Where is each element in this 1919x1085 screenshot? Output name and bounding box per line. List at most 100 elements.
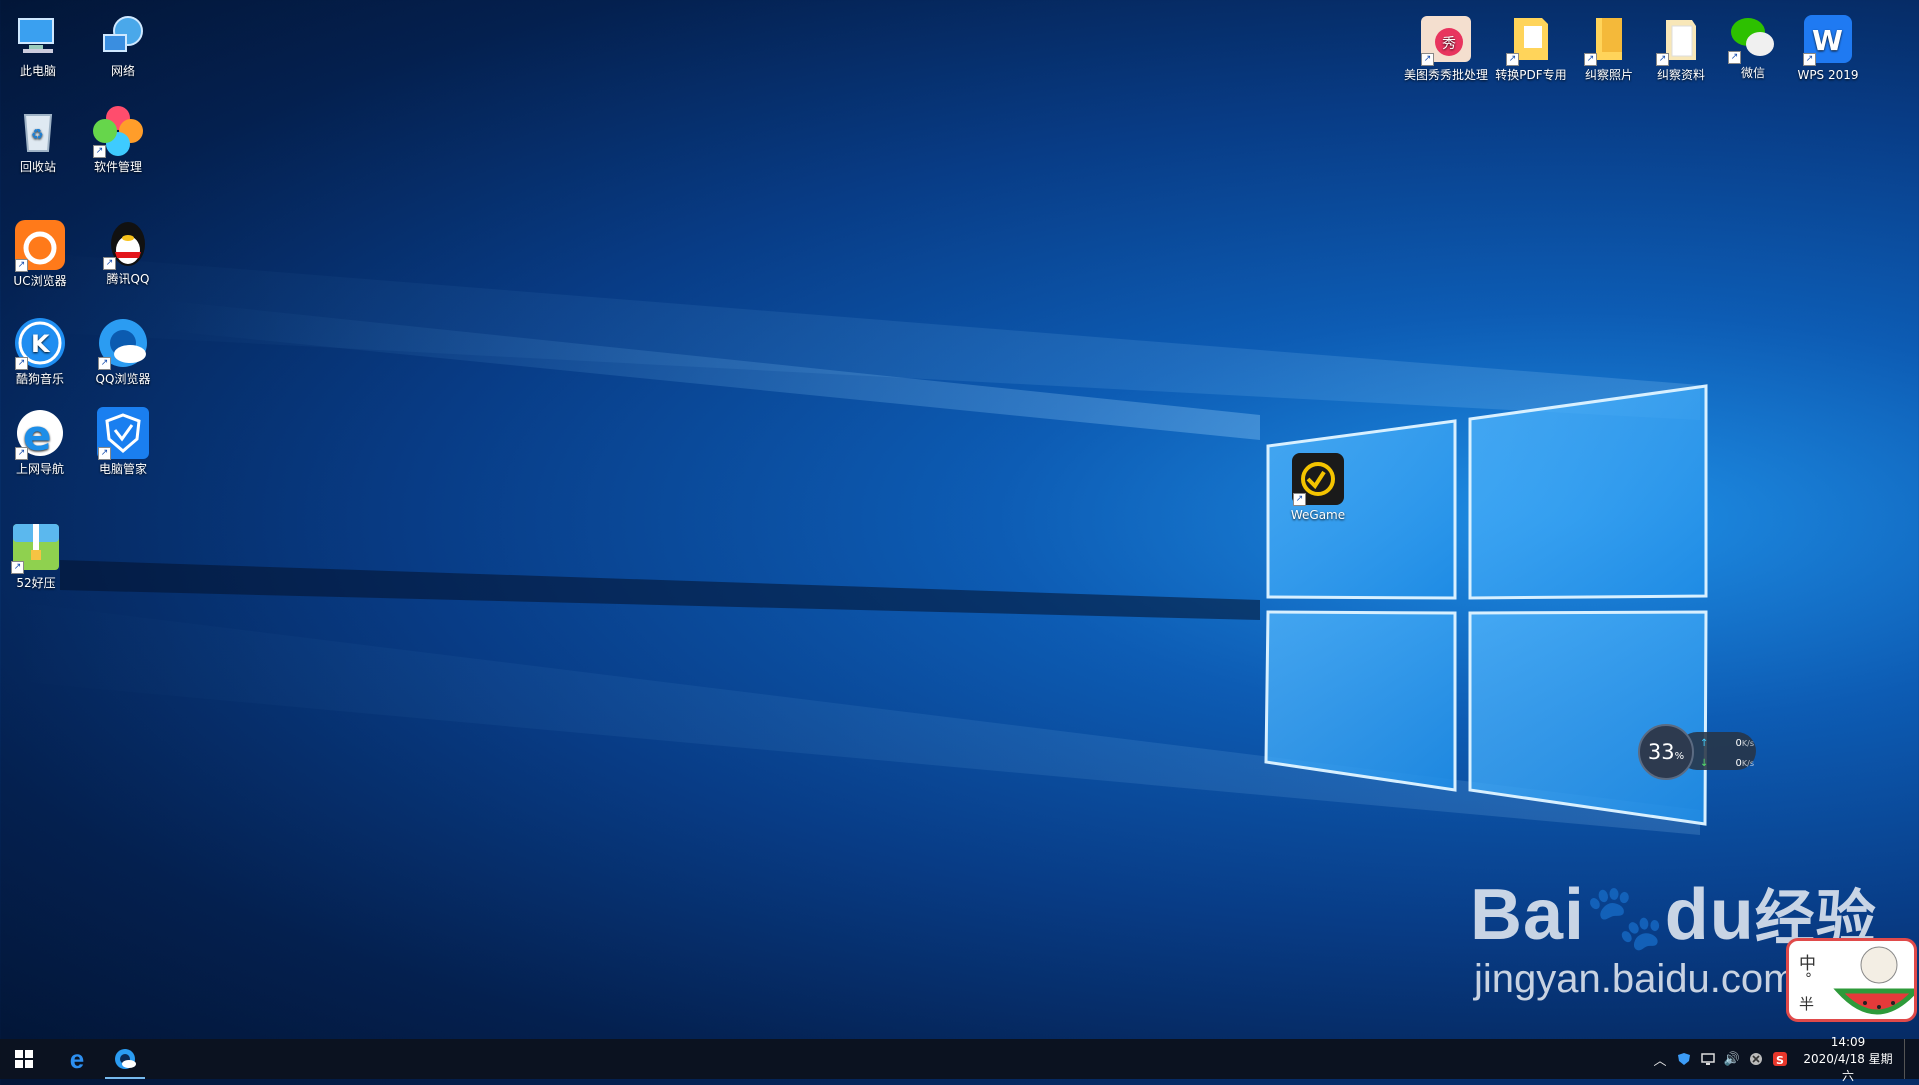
windows-start-icon xyxy=(15,1050,33,1068)
desktop-icon-meitu-batch[interactable]: 秀 ↗ 美图秀秀批处理 xyxy=(1402,12,1490,83)
watermark-brand-du: du xyxy=(1664,875,1755,955)
close-circle-icon[interactable] xyxy=(1744,1039,1768,1079)
desktop-icon-wegame[interactable]: ↗ WeGame xyxy=(1274,452,1362,523)
shortcut-arrow-icon: ↗ xyxy=(15,357,28,370)
svg-text:S: S xyxy=(1776,1054,1784,1067)
show-desktop-button[interactable] xyxy=(1904,1039,1911,1079)
desktop-icon-software-manager[interactable]: ↗ 软件管理 xyxy=(74,104,162,175)
desktop-icon-tencent-qq[interactable]: ↗ 腾讯QQ xyxy=(84,216,172,287)
shortcut-arrow-icon: ↗ xyxy=(1803,53,1816,66)
shortcut-arrow-icon: ↗ xyxy=(1584,53,1597,66)
desktop: 此电脑 网络 ♻ 回收站 ↗ 软件管理 ↗ UC浏览器 ↗ 腾讯QQ K ↗ 酷… xyxy=(0,0,1919,1039)
desktop-icon-label: 腾讯QQ xyxy=(106,272,150,286)
qq-browser-icon: ↗ xyxy=(96,316,150,370)
meitu-icon: 秀 ↗ xyxy=(1419,12,1473,66)
network-speed-widget[interactable]: 33% ↑ 0K/s ↓ 0K/s xyxy=(1638,720,1756,780)
folder-icon: ↗ xyxy=(1582,12,1636,66)
ime-status-widget[interactable]: 中 ° 半 xyxy=(1786,938,1917,1022)
desktop-icon-web-nav[interactable]: e ↗ 上网导航 xyxy=(0,406,84,477)
folder-icon: ↗ xyxy=(1654,12,1708,66)
shortcut-arrow-icon: ↗ xyxy=(11,561,24,574)
download-unit: K/s xyxy=(1741,759,1754,768)
desktop-icon-pc-manager[interactable]: ↗ 电脑管家 xyxy=(79,406,167,477)
shortcut-arrow-icon: ↗ xyxy=(1656,53,1669,66)
qq-penguin-icon: ↗ xyxy=(101,216,155,270)
ime-punct: ° xyxy=(1805,971,1812,987)
edge-e-icon: e xyxy=(69,1043,85,1074)
desktop-icon-uc-browser[interactable]: ↗ UC浏览器 xyxy=(0,218,84,289)
desktop-icon-label: QQ浏览器 xyxy=(95,372,151,386)
qq-browser-icon xyxy=(115,1049,136,1069)
download-speed-row: ↓ 0K/s xyxy=(1700,758,1754,769)
clover-icon: ↗ xyxy=(91,104,145,158)
sogou-icon[interactable]: S xyxy=(1768,1039,1792,1079)
wechat-icon: ↗ xyxy=(1726,10,1780,64)
upload-unit: K/s xyxy=(1741,739,1754,748)
svg-text:K: K xyxy=(31,330,51,358)
shortcut-arrow-icon: ↗ xyxy=(15,447,28,460)
wps-icon: W ↗ xyxy=(1801,12,1855,66)
svg-text:♻: ♻ xyxy=(31,127,44,143)
recycle-bin-icon: ♻ xyxy=(11,104,65,158)
upload-arrow-icon: ↑ xyxy=(1700,738,1709,749)
desktop-icon-label: WPS 2019 xyxy=(1797,68,1859,82)
shortcut-arrow-icon: ↗ xyxy=(98,447,111,460)
taskbar-pinned-ie[interactable]: e xyxy=(53,1039,101,1079)
network-globe-icon xyxy=(96,8,150,62)
memory-percent: 33 xyxy=(1647,740,1675,764)
shortcut-arrow-icon: ↗ xyxy=(1421,53,1434,66)
svg-text:W: W xyxy=(1812,24,1843,57)
desktop-icon-label: 酷狗音乐 xyxy=(15,372,64,386)
upload-speed: 0 xyxy=(1735,738,1742,749)
shortcut-arrow-icon: ↗ xyxy=(1728,51,1741,64)
volume-icon[interactable]: 🔊 xyxy=(1720,1039,1744,1079)
uc-browser-icon: ↗ xyxy=(13,218,67,272)
desktop-icon-label: 美图秀秀批处理 xyxy=(1404,68,1489,82)
folder-icon: ↗ xyxy=(1504,12,1558,66)
start-button[interactable] xyxy=(0,1039,48,1079)
ie-e-icon: e ↗ xyxy=(13,406,67,460)
paw-icon: 🐾 xyxy=(1585,881,1665,955)
desktop-icon-label: 软件管理 xyxy=(93,160,142,174)
desktop-icon-label: 网络 xyxy=(110,64,135,78)
shortcut-arrow-icon: ↗ xyxy=(98,357,111,370)
desktop-icon-label: 电脑管家 xyxy=(98,462,147,476)
desktop-icon-network[interactable]: 网络 xyxy=(79,8,167,79)
desktop-icon-this-pc[interactable]: 此电脑 xyxy=(0,8,82,79)
desktop-icon-label: 此电脑 xyxy=(19,64,56,78)
chevron-up-icon[interactable]: ︿ xyxy=(1648,1039,1672,1079)
shortcut-arrow-icon: ↗ xyxy=(103,257,116,270)
shortcut-arrow-icon: ↗ xyxy=(93,145,106,158)
clock-date: 2020/4/18 星期六 xyxy=(1803,1051,1893,1083)
shortcut-arrow-icon: ↗ xyxy=(15,259,28,272)
shortcut-arrow-icon: ↗ xyxy=(1506,53,1519,66)
system-tray: ︿ 🔊 S 14:09 2020/4/18 星期六 xyxy=(1648,1035,1911,1083)
desktop-icon-pdf-convert[interactable]: ↗ 转换PDF专用 xyxy=(1487,12,1575,83)
taskbar-clock[interactable]: 14:09 2020/4/18 星期六 xyxy=(1798,1034,1898,1085)
percent-sign: % xyxy=(1674,750,1685,762)
network-icon[interactable] xyxy=(1696,1039,1720,1079)
desktop-icon-label: UC浏览器 xyxy=(13,274,67,288)
download-arrow-icon: ↓ xyxy=(1700,758,1709,769)
desktop-icon-label: 转换PDF专用 xyxy=(1495,68,1567,82)
computer-icon xyxy=(11,8,65,62)
shortcut-arrow-icon: ↗ xyxy=(1293,493,1306,506)
desktop-icon-52haoya[interactable]: ↗ 52好压 xyxy=(0,520,80,591)
clock-time: 14:09 xyxy=(1830,1034,1866,1049)
kugou-icon: K ↗ xyxy=(13,316,67,370)
memory-usage-ring: 33% xyxy=(1638,724,1694,780)
taskbar-pinned-qq-browser[interactable] xyxy=(101,1039,149,1079)
watermark-brand: Bai xyxy=(1470,875,1586,955)
desktop-icon-recycle-bin[interactable]: ♻ 回收站 xyxy=(0,104,82,175)
desktop-icon-label: 52好压 xyxy=(16,576,56,590)
shield-icon[interactable] xyxy=(1672,1039,1696,1079)
desktop-icon-wps[interactable]: W ↗ WPS 2019 xyxy=(1784,12,1872,83)
ime-half-width: 半 xyxy=(1799,995,1815,1013)
desktop-icon-qq-browser[interactable]: ↗ QQ浏览器 xyxy=(79,316,167,387)
wegame-icon: ↗ xyxy=(1291,452,1345,506)
svg-text:秀: 秀 xyxy=(1442,36,1456,52)
desktop-icon-kugou-music[interactable]: K ↗ 酷狗音乐 xyxy=(0,316,84,387)
desktop-icon-label: WeGame xyxy=(1290,508,1346,522)
desktop-icon-label: 上网导航 xyxy=(15,462,64,476)
shield-icon: ↗ xyxy=(96,406,150,460)
